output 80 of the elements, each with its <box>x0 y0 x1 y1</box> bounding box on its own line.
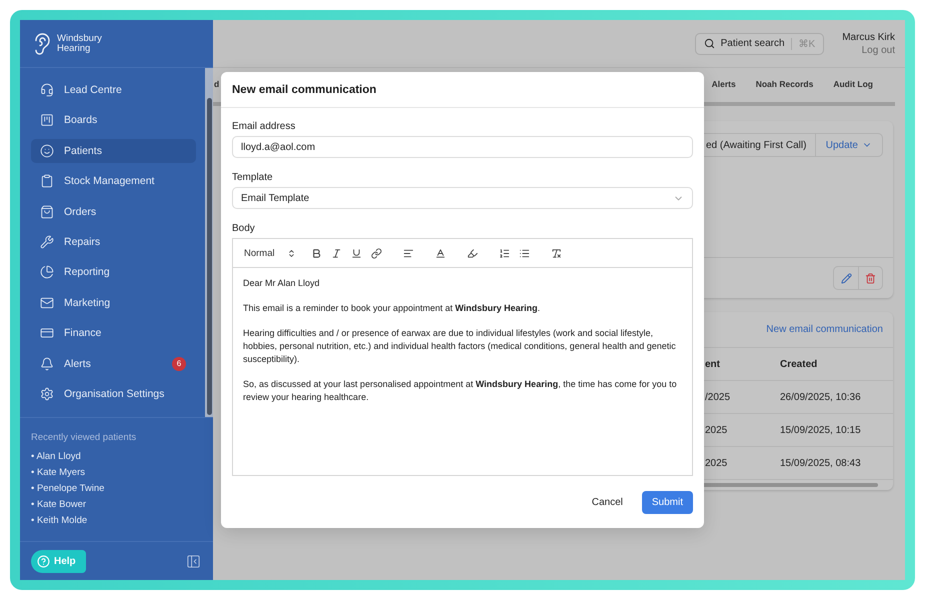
sidebar-item[interactable]: Marketing <box>31 290 196 315</box>
sidebar-item[interactable]: Alerts 6 <box>31 352 196 376</box>
tab[interactable]: Audit Log <box>823 79 883 91</box>
submit-button[interactable]: Submit <box>642 490 693 514</box>
board-icon <box>40 113 54 128</box>
format-select[interactable]: Normal <box>244 248 296 259</box>
scrollbar[interactable] <box>205 68 213 417</box>
table-cell-text: 26/09/2025, 10:36 <box>780 392 862 402</box>
status-value: ed (Awaiting First Call) <box>705 140 808 150</box>
sidebar-item[interactable]: Repairs <box>31 230 196 254</box>
sidebar-item[interactable]: Organisation Settings <box>31 382 196 406</box>
body-paragraph: This email is a reminder to book your appointment at Windsbury Hearing. <box>243 302 542 316</box>
shortcut-hint: ⌘K <box>790 38 816 50</box>
recent-patient-link[interactable]: • Alan Lloyd <box>31 450 202 463</box>
sidebar-item[interactable]: Stock Management <box>31 169 196 194</box>
user-name: Marcus Kirk <box>842 32 895 42</box>
recent-patient-link[interactable]: • Penelope Twine <box>31 482 202 495</box>
text-color-icon <box>435 248 446 259</box>
trash-icon <box>865 272 876 284</box>
sidebar-item[interactable]: Orders <box>31 200 196 224</box>
column-header: ent <box>705 358 721 370</box>
table-cell-text: 2025 <box>705 458 728 468</box>
field-label: Body <box>232 223 256 234</box>
clipboard-icon <box>40 174 54 188</box>
recent-patient-link[interactable]: • Kate Bower <box>31 498 202 511</box>
sidebar-item[interactable]: Finance <box>31 321 196 346</box>
sidebar-item[interactable]: Patients <box>31 138 196 163</box>
tab[interactable]: d <box>214 79 220 91</box>
tab[interactable]: Alerts <box>702 79 746 91</box>
underline-icon <box>351 248 362 259</box>
italic-icon <box>331 248 342 259</box>
collapse-sidebar-icon[interactable] <box>186 554 201 568</box>
recent-patient-link[interactable]: • Kate Myers <box>31 466 202 479</box>
updown-icon <box>286 248 296 258</box>
body-paragraph: So, as discussed at your last personalised appointment at Windsbury Hearing, the time has come for you to review your hearing healthcare. <box>243 378 678 404</box>
mail-icon <box>40 296 54 310</box>
sidebar-item[interactable]: Lead Centre <box>31 78 196 102</box>
update-button[interactable]: Update <box>814 134 882 156</box>
smiley-icon <box>40 144 54 158</box>
align-left-icon <box>403 248 414 259</box>
cancel-button[interactable]: Cancel <box>586 492 628 513</box>
template-select[interactable]: Email Template <box>232 187 693 210</box>
wrench-icon <box>40 234 54 249</box>
numbered-list-icon <box>499 248 510 259</box>
log-out-link[interactable]: Log out <box>862 44 895 56</box>
table-cell-text: 2025 <box>705 424 728 436</box>
headset-icon <box>40 83 54 97</box>
bold-icon <box>311 248 322 259</box>
help-icon <box>37 554 50 568</box>
table-cell-text: 15/09/2025, 08:43 <box>780 458 862 468</box>
field-label: Template <box>232 172 274 184</box>
recent-patient-link[interactable]: • Keith Molde <box>31 514 202 527</box>
body-editor[interactable] <box>232 238 693 476</box>
sidebar-item[interactable]: Boards <box>31 108 196 132</box>
card-icon <box>40 326 54 340</box>
bullet-list-icon <box>519 248 530 259</box>
section-title: Recently viewed patients <box>31 432 138 443</box>
new-email-link[interactable]: New email communication <box>766 324 883 335</box>
email-field[interactable]: lloyd.a@aol.com <box>232 136 693 158</box>
brand-name: Windsbury Hearing <box>57 34 102 54</box>
dialog-title: New email communication <box>221 72 704 108</box>
field-label: Email address <box>232 121 296 132</box>
link-icon <box>371 248 382 259</box>
table-cell-text: 15/09/2025, 10:15 <box>780 424 862 436</box>
search-icon <box>704 38 715 49</box>
table-cell-text: /2025 <box>705 392 732 402</box>
clear-format-icon <box>551 248 562 259</box>
pencil-icon <box>840 272 852 284</box>
settings-icon <box>40 386 54 401</box>
sidebar-item[interactable]: Reporting <box>31 260 196 284</box>
bag-icon <box>40 204 54 219</box>
column-header: Created <box>780 358 818 370</box>
tab[interactable]: Noah Records <box>746 79 824 91</box>
bell-icon <box>40 356 54 371</box>
count-badge: 6 <box>172 356 186 371</box>
pie-chart-icon <box>40 265 54 280</box>
body-paragraph: Hearing difficulties and / or presence of earwax are due to individual lifestyles (work and social lifestyle, hobbies, personal nutrition, etc.) and individual health factors (medical conditions, general health and genetic susceptibility). <box>243 327 677 366</box>
body-paragraph: Dear Mr Alan Lloyd <box>243 277 321 290</box>
highlighter-icon <box>467 248 478 259</box>
patient-search-button[interactable]: Patient search ⌘K <box>694 32 824 54</box>
